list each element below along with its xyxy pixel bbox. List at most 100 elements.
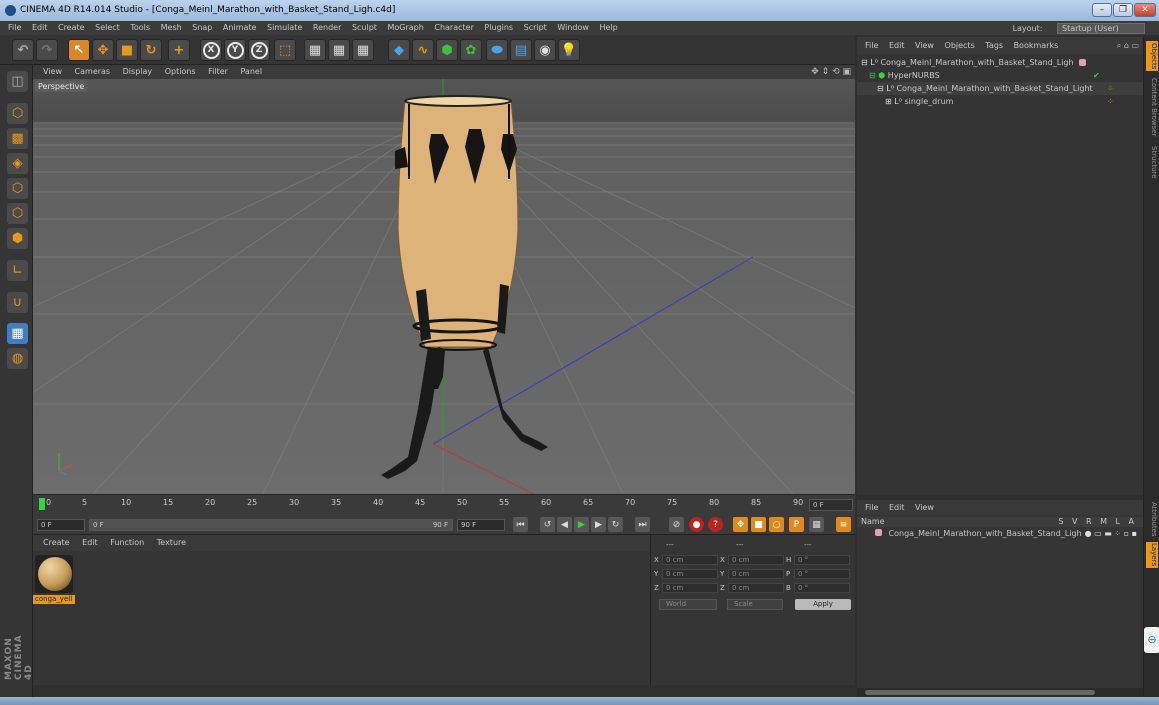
- floor-scene-icon[interactable]: ▤: [510, 39, 532, 61]
- tab-structure[interactable]: Structure: [1146, 142, 1158, 182]
- layer-menu-edit[interactable]: Edit: [889, 503, 905, 512]
- previous-key-icon[interactable]: ↺: [540, 517, 555, 532]
- end-frame-field[interactable]: 90 F: [457, 519, 505, 531]
- menu-help[interactable]: Help: [599, 23, 617, 32]
- layer-flag-icons[interactable]: ● ▭ ▬ ⁘ ▫ ▪: [1085, 528, 1137, 539]
- key-scale-icon[interactable]: ■: [751, 517, 766, 532]
- object-menu-view[interactable]: View: [915, 41, 934, 50]
- layout-dropdown[interactable]: Startup (User): [1057, 23, 1145, 34]
- next-key-icon[interactable]: ↻: [608, 517, 623, 532]
- light-icon[interactable]: 💡: [558, 39, 580, 61]
- rotation-p-field[interactable]: 0 °: [794, 569, 850, 579]
- preview-range-slider[interactable]: 0 F 90 F: [89, 519, 453, 531]
- object-menu-tags[interactable]: Tags: [985, 41, 1003, 50]
- object-menu-objects[interactable]: Objects: [945, 41, 975, 50]
- position-z-field[interactable]: 0 cm: [662, 583, 718, 593]
- material-menu-function[interactable]: Function: [110, 538, 144, 547]
- tab-layers[interactable]: Layers: [1146, 542, 1158, 568]
- go-to-end-icon[interactable]: ⏭: [635, 517, 650, 532]
- workplane-mode-icon[interactable]: ◈: [7, 153, 28, 174]
- rotation-b-field[interactable]: 0 °: [794, 583, 850, 593]
- render-picture-viewer-icon[interactable]: ▦: [328, 39, 350, 61]
- viewport-menu-cameras[interactable]: Cameras: [75, 67, 111, 76]
- autokey-icon[interactable]: ?: [708, 517, 723, 532]
- go-to-start-icon[interactable]: ⏮: [513, 517, 528, 532]
- size-y-field[interactable]: 0 cm: [728, 569, 784, 579]
- menu-render[interactable]: Render: [313, 23, 341, 32]
- key-pla-icon[interactable]: ▦: [809, 517, 824, 532]
- texture-mode-icon[interactable]: ▩: [7, 128, 28, 149]
- coordinate-system-icon[interactable]: ⬚: [274, 39, 296, 61]
- size-x-field[interactable]: 0 cm: [728, 555, 784, 565]
- helper-widget-icon[interactable]: ⊖: [1144, 627, 1159, 653]
- menu-script[interactable]: Script: [524, 23, 547, 32]
- previous-frame-icon[interactable]: ◀: [557, 517, 572, 532]
- menu-select[interactable]: Select: [95, 23, 120, 32]
- viewport-nav-icons[interactable]: ✥ ⇕ ⟲ ▣: [811, 65, 851, 79]
- rotation-h-field[interactable]: 0 °: [794, 555, 850, 565]
- subdivision-nurbs-icon[interactable]: ⬢: [436, 39, 458, 61]
- rotate-tool-icon[interactable]: ↻: [140, 39, 162, 61]
- apply-button[interactable]: Apply: [795, 599, 851, 610]
- object-row[interactable]: ⊞ L⁰ single_drum ⁘: [857, 95, 1143, 108]
- menu-window[interactable]: Window: [557, 23, 589, 32]
- key-position-icon[interactable]: ✥: [733, 517, 748, 532]
- coordinate-mode-dropdown[interactable]: World: [659, 599, 717, 610]
- timeline-window-icon[interactable]: ≡: [836, 517, 851, 532]
- viewport-menu-filter[interactable]: Filter: [208, 67, 228, 76]
- live-selection-icon[interactable]: ↖: [68, 39, 90, 61]
- spline-pen-icon[interactable]: ∿: [412, 39, 434, 61]
- maximize-button[interactable]: ❐: [1113, 3, 1133, 17]
- material-menu-edit[interactable]: Edit: [82, 538, 98, 547]
- menu-edit[interactable]: Edit: [32, 23, 48, 32]
- menu-animate[interactable]: Animate: [223, 23, 257, 32]
- menu-snap[interactable]: Snap: [192, 23, 212, 32]
- viewport-camera-label[interactable]: Perspective: [35, 81, 88, 92]
- object-row[interactable]: ⊟ ⬢ HyperNURBS ✔: [857, 69, 1143, 82]
- tab-objects[interactable]: Objects: [1146, 41, 1158, 71]
- snap-magnet-icon[interactable]: ∪: [7, 292, 28, 313]
- coordinate-type-dropdown[interactable]: Scale: [727, 599, 783, 610]
- object-row[interactable]: ⊟ L⁰ Conga_Meinl_Marathon_with_Basket_St…: [857, 56, 1143, 69]
- object-menu-bookmarks[interactable]: Bookmarks: [1014, 41, 1059, 50]
- axis-mode-icon[interactable]: ∟: [7, 260, 28, 281]
- menu-create[interactable]: Create: [58, 23, 85, 32]
- x-axis-lock-icon[interactable]: X: [200, 39, 222, 61]
- undo-icon[interactable]: ↶: [12, 39, 34, 61]
- texture-tag-icon[interactable]: ⁘: [1107, 95, 1114, 108]
- menu-mograph[interactable]: MoGraph: [387, 23, 423, 32]
- layer-menu-view[interactable]: View: [915, 503, 934, 512]
- play-icon[interactable]: ▶: [574, 517, 589, 532]
- record-active-icon[interactable]: ●: [689, 517, 704, 532]
- minimize-button[interactable]: –: [1092, 3, 1112, 17]
- workplane-grid-icon[interactable]: ▦: [7, 323, 28, 344]
- edges-mode-icon[interactable]: ⬡: [7, 203, 28, 224]
- material-thumbnail[interactable]: [35, 555, 73, 593]
- cloner-icon[interactable]: ✿: [460, 39, 482, 61]
- locked-workplane-icon[interactable]: ◍: [7, 348, 28, 369]
- render-view-icon[interactable]: ▦: [304, 39, 326, 61]
- playhead-marker[interactable]: [39, 498, 45, 510]
- z-axis-lock-icon[interactable]: Z: [248, 39, 270, 61]
- menu-character[interactable]: Character: [434, 23, 474, 32]
- object-search-icon[interactable]: ⌕ ⌂ ▭: [1117, 37, 1139, 54]
- start-frame-field[interactable]: 0 F: [37, 519, 85, 531]
- viewport-menu-display[interactable]: Display: [123, 67, 153, 76]
- move-tool-icon[interactable]: ✥: [92, 39, 114, 61]
- menu-mesh[interactable]: Mesh: [161, 23, 182, 32]
- object-menu-file[interactable]: File: [865, 41, 878, 50]
- scrollbar-thumb[interactable]: [865, 690, 1095, 695]
- horizontal-scrollbar[interactable]: [857, 688, 1143, 697]
- menu-simulate[interactable]: Simulate: [267, 23, 302, 32]
- points-mode-icon[interactable]: ⬡: [7, 178, 28, 199]
- viewport-menu-panel[interactable]: Panel: [240, 67, 262, 76]
- conga-drum-model[interactable]: [381, 95, 548, 479]
- recent-tool-icon[interactable]: +: [168, 39, 190, 61]
- size-z-field[interactable]: 0 cm: [728, 583, 784, 593]
- viewport-menu-view[interactable]: View: [43, 67, 62, 76]
- cube-object-icon[interactable]: ◆: [388, 39, 410, 61]
- object-menu-edit[interactable]: Edit: [889, 41, 905, 50]
- layer-menu-file[interactable]: File: [865, 503, 878, 512]
- viewport-menu-options[interactable]: Options: [165, 67, 196, 76]
- 3d-viewport[interactable]: Perspective: [33, 79, 855, 494]
